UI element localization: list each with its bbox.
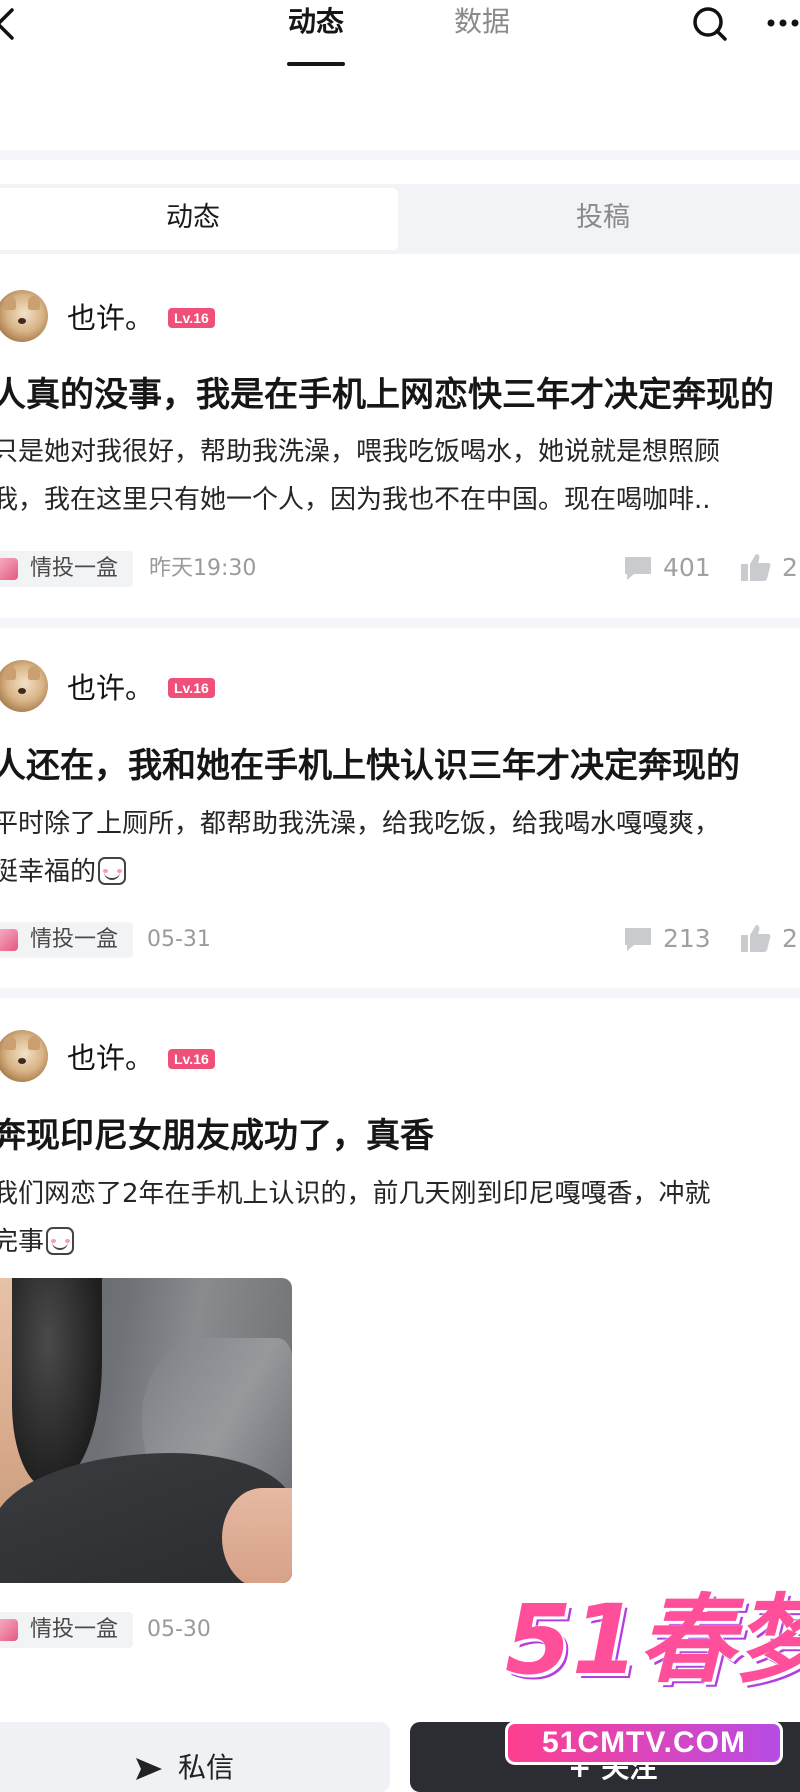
post-photo[interactable]	[0, 1278, 292, 1583]
post-body-line[interactable]: 完事	[0, 1218, 75, 1266]
level-badge: Lv.16	[168, 308, 215, 328]
topic-tag-label: 情投一盒	[30, 556, 119, 581]
top-nav-bar	[0, 0, 800, 80]
smile-emoji-icon	[46, 1227, 75, 1255]
smile-emoji-icon	[98, 857, 127, 885]
post-time: 05-31	[147, 927, 211, 952]
watermark-logo: 51春梦	[505, 1584, 800, 1696]
post-time: 昨天19:30	[149, 556, 257, 581]
sub-tab-submissions[interactable]: 投稿	[576, 198, 630, 238]
post-body-line[interactable]: 只是她对我很好，帮助我洗澡，喂我吃饭喝水，她说就是想照顾	[0, 428, 720, 476]
topic-tag-icon	[0, 558, 18, 580]
post-body-line[interactable]: 挺幸福的	[0, 848, 127, 896]
sub-tab-dynamic[interactable]: 动态	[166, 198, 220, 238]
username[interactable]: 也许。	[67, 298, 154, 338]
like-count: 2(	[782, 553, 800, 582]
top-tab-dynamic[interactable]: 动态	[288, 2, 344, 42]
avatar[interactable]	[0, 290, 48, 342]
topic-tag-label: 情投一盒	[30, 1617, 119, 1642]
post-divider	[0, 988, 800, 998]
post-title[interactable]: 人还在，我和她在手机上快认识三年才决定奔现的	[0, 743, 740, 789]
post-body-line[interactable]: 我，我在这里只有她一个人，因为我也不在中国。现在喝咖啡..	[0, 476, 711, 524]
active-tab-indicator	[287, 62, 345, 66]
topic-tag-icon	[0, 929, 18, 951]
topic-tag-icon	[0, 1619, 18, 1641]
avatar[interactable]	[0, 1030, 48, 1082]
comment-icon[interactable]	[622, 925, 654, 953]
post-body-line[interactable]: 我们网恋了2年在手机上认识的，前几天刚到印尼嘎嘎香，冲就	[0, 1170, 711, 1218]
avatar[interactable]	[0, 660, 48, 712]
section-divider	[0, 150, 800, 160]
comment-count: 213	[663, 924, 711, 953]
watermark-domain: 51CMTV.COM	[505, 1721, 783, 1765]
post-time: 05-30	[147, 1617, 211, 1642]
topic-tag-label: 情投一盒	[30, 927, 119, 952]
post-divider	[0, 618, 800, 628]
like-icon[interactable]	[740, 551, 772, 583]
post-body-line[interactable]: 平时除了上厕所，都帮助我洗澡，给我吃饭，给我喝水嘎嘎爽，	[0, 800, 720, 848]
search-icon[interactable]	[690, 4, 730, 44]
back-arrow-icon[interactable]	[0, 6, 20, 42]
top-tab-data[interactable]: 数据	[454, 2, 510, 42]
post-title[interactable]: 人真的没事，我是在手机上网恋快三年才决定奔现的	[0, 372, 774, 418]
comment-icon[interactable]	[622, 554, 654, 582]
direct-message-label: 私信	[178, 1751, 235, 1784]
level-badge: Lv.16	[168, 1049, 215, 1069]
username[interactable]: 也许。	[67, 668, 154, 708]
like-count: 2	[782, 924, 798, 953]
like-icon[interactable]	[740, 922, 772, 954]
send-icon	[136, 1758, 162, 1780]
post-title[interactable]: 奔现印尼女朋友成功了，真香	[0, 1113, 434, 1159]
username[interactable]: 也许。	[67, 1038, 154, 1078]
comment-count: 401	[663, 553, 711, 582]
level-badge: Lv.16	[168, 678, 215, 698]
more-options-icon[interactable]	[766, 10, 800, 36]
